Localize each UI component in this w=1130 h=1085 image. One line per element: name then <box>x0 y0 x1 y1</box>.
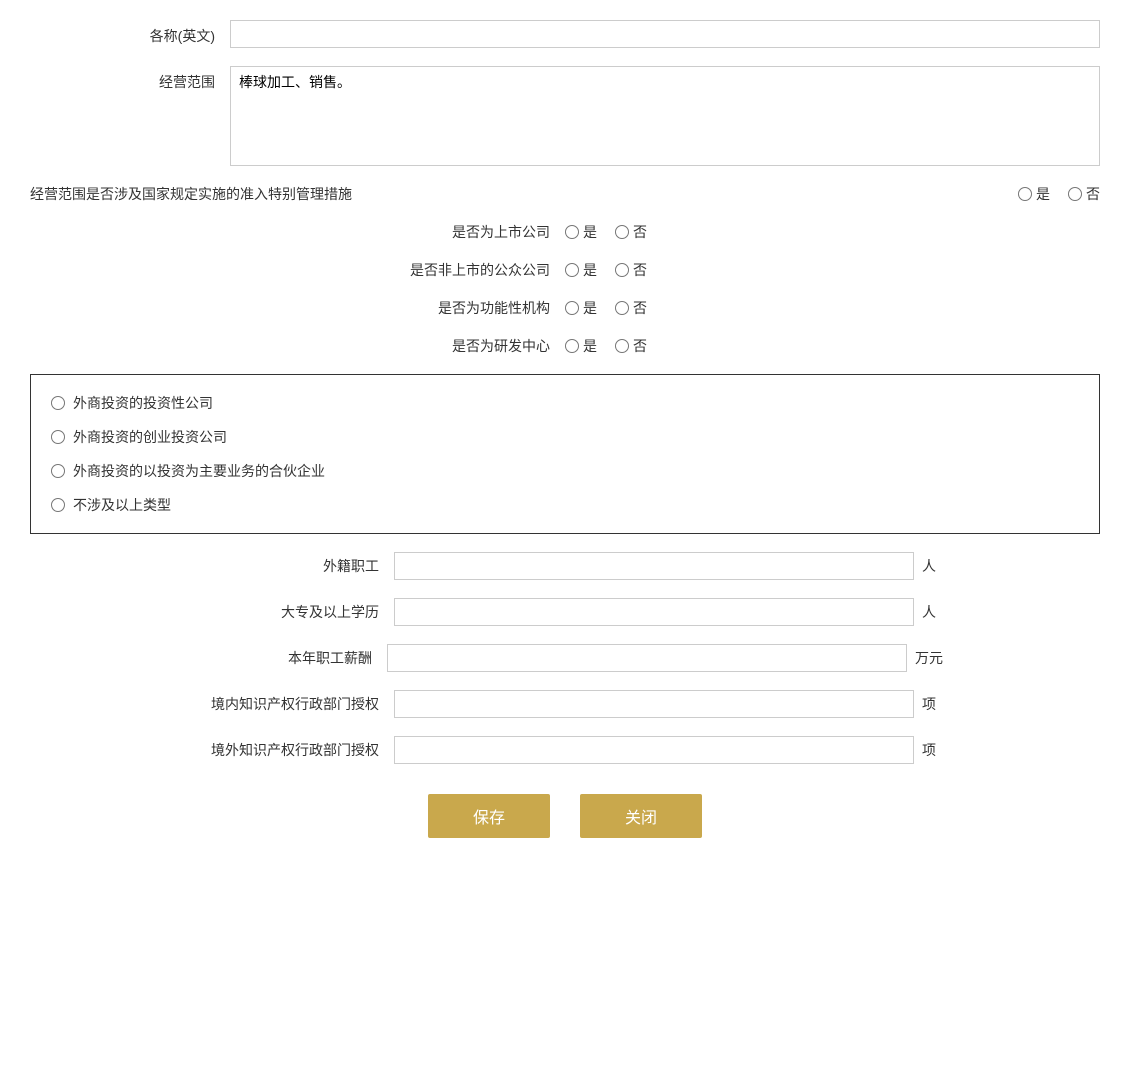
name-en-input[interactable] <box>230 20 1100 48</box>
fi-option-3[interactable]: 外商投资的以投资为主要业务的合伙企业 <box>51 461 1079 481</box>
college-above-unit: 人 <box>914 602 936 622</box>
foreign-workers-unit: 人 <box>914 556 936 576</box>
non-listed-no[interactable]: 否 <box>615 260 647 280</box>
foreign-ip-unit: 项 <box>914 740 936 760</box>
fi-option-2-label: 外商投资的创业投资公司 <box>73 427 227 447</box>
no-label-5: 否 <box>633 336 647 356</box>
non-listed-public-label: 是否非上市的公众公司 <box>365 260 565 280</box>
yes-label-1: 是 <box>1036 184 1050 204</box>
no-label-3: 否 <box>633 260 647 280</box>
buttons-row: 保存 关闭 <box>30 794 1100 838</box>
no-label-2: 否 <box>633 222 647 242</box>
annual-salary-input[interactable] <box>387 644 907 672</box>
functional-no[interactable]: 否 <box>615 298 647 318</box>
save-button[interactable]: 保存 <box>428 794 550 838</box>
listed-no[interactable]: 否 <box>615 222 647 242</box>
special-mgmt-yes[interactable]: 是 <box>1018 184 1050 204</box>
listed-yes[interactable]: 是 <box>565 222 597 242</box>
domestic-ip-input[interactable] <box>394 690 914 718</box>
yes-label-5: 是 <box>583 336 597 356</box>
fi-option-1-label: 外商投资的投资性公司 <box>73 393 213 413</box>
name-en-label: 各称(英文) <box>30 20 230 46</box>
foreign-investment-box: 外商投资的投资性公司 外商投资的创业投资公司 外商投资的以投资为主要业务的合伙企… <box>30 374 1100 534</box>
annual-salary-unit: 万元 <box>907 648 943 668</box>
no-label-1: 否 <box>1086 184 1100 204</box>
foreign-ip-label: 境外知识产权行政部门授权 <box>194 740 394 760</box>
annual-salary-label: 本年职工薪酬 <box>187 648 387 668</box>
fi-option-4-label: 不涉及以上类型 <box>73 495 171 515</box>
rd-center-label: 是否为研发中心 <box>365 336 565 356</box>
foreign-ip-input[interactable] <box>394 736 914 764</box>
special-mgmt-label: 经营范围是否涉及国家规定实施的准入特别管理措施 <box>30 184 988 204</box>
non-listed-yes[interactable]: 是 <box>565 260 597 280</box>
special-mgmt-no[interactable]: 否 <box>1068 184 1100 204</box>
listed-company-label: 是否为上市公司 <box>365 222 565 242</box>
foreign-workers-input[interactable] <box>394 552 914 580</box>
college-above-label: 大专及以上学历 <box>194 602 394 622</box>
fi-option-4[interactable]: 不涉及以上类型 <box>51 495 1079 515</box>
yes-label-4: 是 <box>583 298 597 318</box>
close-button[interactable]: 关闭 <box>580 794 702 838</box>
rd-yes[interactable]: 是 <box>565 336 597 356</box>
yes-label-3: 是 <box>583 260 597 280</box>
functional-yes[interactable]: 是 <box>565 298 597 318</box>
business-scope-label: 经营范围 <box>30 66 230 92</box>
rd-no[interactable]: 否 <box>615 336 647 356</box>
domestic-ip-unit: 项 <box>914 694 936 714</box>
fi-option-3-label: 外商投资的以投资为主要业务的合伙企业 <box>73 461 325 481</box>
no-label-4: 否 <box>633 298 647 318</box>
foreign-workers-label: 外籍职工 <box>194 556 394 576</box>
functional-org-label: 是否为功能性机构 <box>365 298 565 318</box>
college-above-input[interactable] <box>394 598 914 626</box>
fi-option-2[interactable]: 外商投资的创业投资公司 <box>51 427 1079 447</box>
business-scope-textarea[interactable]: 棒球加工、销售。 <box>230 66 1100 166</box>
fi-option-1[interactable]: 外商投资的投资性公司 <box>51 393 1079 413</box>
domestic-ip-label: 境内知识产权行政部门授权 <box>194 694 394 714</box>
yes-label-2: 是 <box>583 222 597 242</box>
